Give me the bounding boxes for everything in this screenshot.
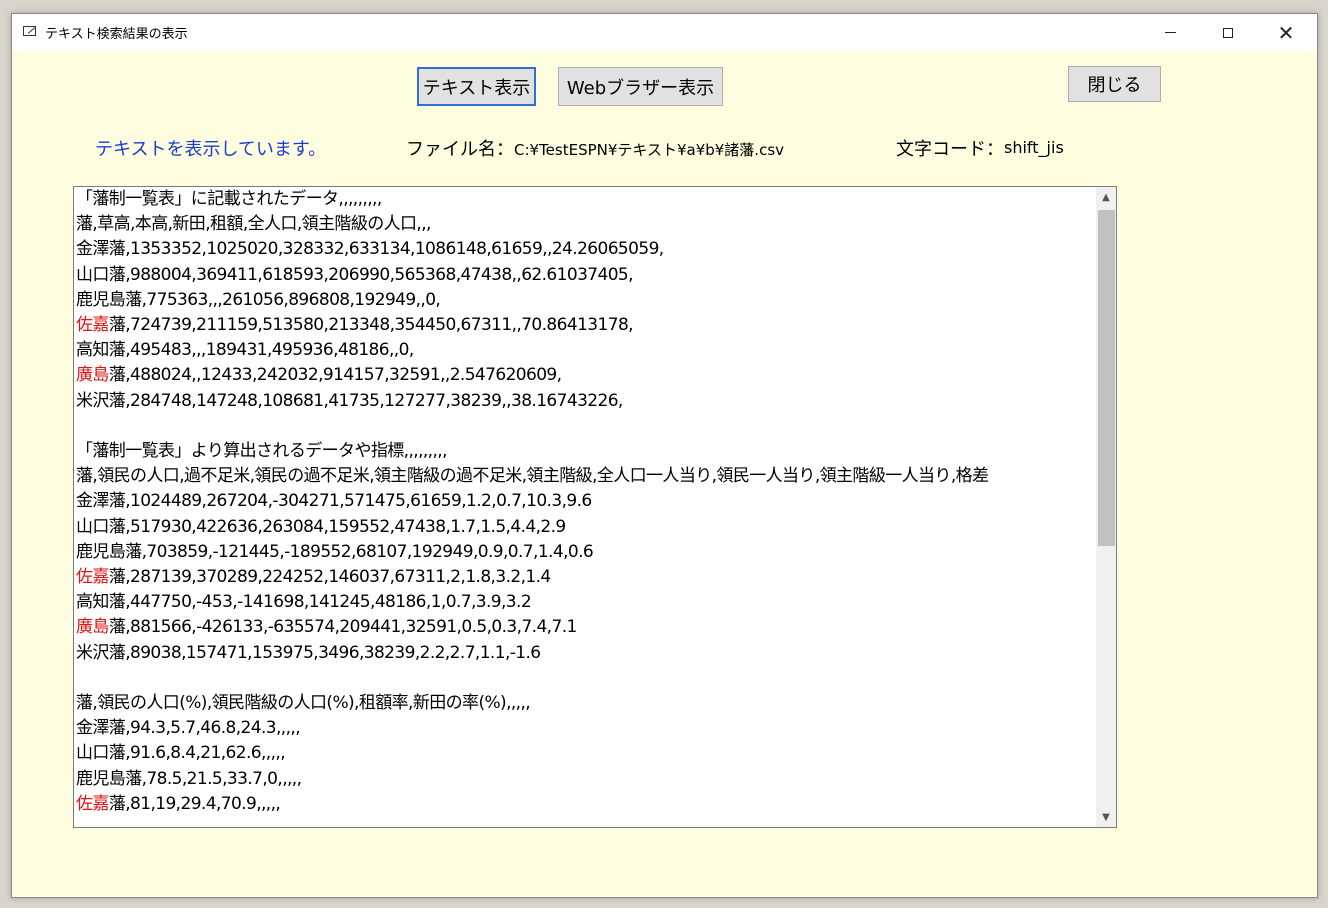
text-line: 廣島藩,881566,-426133,-635574,209441,32591,…: [76, 615, 1094, 640]
encoding-value: shift_jis: [1004, 138, 1064, 157]
line-text: 高知藩,495483,,,189431,495936,48186,,0,: [76, 340, 414, 361]
text-line: 鹿児島藩,775363,,,261056,896808,192949,,0,: [76, 288, 1094, 313]
text-line: 高知藩,495483,,,189431,495936,48186,,0,: [76, 338, 1094, 363]
file-name-label: ファイル名：: [406, 139, 514, 160]
text-line: 米沢藩,89038,157471,153975,3496,38239,2.2,2…: [76, 641, 1094, 666]
line-text: 「藩制一覧表」より算出されるデータや指標,,,,,,,,,: [76, 441, 448, 462]
close-button[interactable]: 閉じる: [1068, 66, 1161, 102]
text-line: 佐嘉藩,287139,370289,224252,146037,67311,2,…: [76, 565, 1094, 590]
text-line: 鹿児島藩,78.5,21.5,33.7,0,,,,,: [76, 767, 1094, 792]
line-text: 藩,881566,-426133,-635574,209441,32591,0.…: [108, 617, 578, 638]
line-text: 山口藩,517930,422636,263084,159552,47438,1.…: [76, 516, 566, 537]
text-line: 廣島藩,488024,,12433,242032,914157,32591,,2…: [76, 363, 1094, 388]
maximize-button[interactable]: [1199, 14, 1257, 51]
text-line: 金澤藩,1353352,1025020,328332,633134,108614…: [76, 237, 1094, 262]
file-name-info: ファイル名：C:¥TestESPN¥テキスト¥a¥b¥諸藩.csv: [406, 135, 784, 161]
text-line: 山口藩,988004,369411,618593,206990,565368,4…: [76, 263, 1094, 288]
text-line: 佐嘉藩,81,19,29.4,70.9,,,,,: [76, 792, 1094, 817]
text-line: 「藩制一覧表」より算出されるデータや指標,,,,,,,,,: [76, 439, 1094, 464]
line-text: 藩,草高,本高,新田,租額,全人口,領主階級の人口,,,: [76, 214, 431, 235]
text-line: 金澤藩,94.3,5.7,46.8,24.3,,,,,: [76, 716, 1094, 741]
text-line: [76, 666, 1094, 691]
encoding-label: 文字コード：: [896, 139, 1004, 160]
line-text: 藩,領民の人口,過不足米,領民の過不足米,領主階級の過不足米,領主階級,全人口一…: [76, 466, 989, 487]
line-text: 米沢藩,89038,157471,153975,3496,38239,2.2,2…: [76, 642, 541, 663]
text-lines: 「藩制一覧表」に記載されたデータ,,,,,,,,, 藩,草高,本高,新田,租額,全…: [76, 187, 1094, 817]
line-text: 藩,724739,211159,513580,213348,354450,673…: [108, 315, 634, 336]
text-search-result-window: テキスト検索結果の表示 ✕ テキスト表示 Webブラザー表示 閉じる テキストを…: [11, 13, 1318, 898]
text-line: 山口藩,517930,422636,263084,159552,47438,1.…: [76, 515, 1094, 540]
line-text: 藩,488024,,12433,242032,914157,32591,,2.5…: [108, 365, 562, 386]
line-text: 米沢藩,284748,147248,108681,41735,127277,38…: [76, 390, 623, 411]
minimize-icon: [1164, 32, 1176, 33]
text-line: [76, 414, 1094, 439]
text-content-area[interactable]: 「藩制一覧表」に記載されたデータ,,,,,,,,, 藩,草高,本高,新田,租額,全…: [73, 186, 1117, 828]
highlighted-match: 廣島: [76, 365, 109, 386]
scroll-up-arrow-icon[interactable]: ▲: [1096, 187, 1116, 207]
maximize-icon: [1223, 27, 1233, 38]
text-line: 藩,草高,本高,新田,租額,全人口,領主階級の人口,,,: [76, 212, 1094, 237]
scrollbar-thumb[interactable]: [1098, 210, 1115, 546]
line-text: 金澤藩,1353352,1025020,328332,633134,108614…: [76, 239, 664, 260]
text-view-button[interactable]: テキスト表示: [417, 67, 536, 106]
text-line: 「藩制一覧表」に記載されたデータ,,,,,,,,,: [76, 187, 1094, 212]
highlighted-match: 佐嘉: [76, 315, 109, 336]
highlighted-match: 廣島: [76, 617, 109, 638]
line-text: 「藩制一覧表」に記載されたデータ,,,,,,,,,: [76, 189, 382, 209]
line-text: 鹿児島藩,703859,-121445,-189552,68107,192949…: [76, 541, 594, 562]
line-text: 藩,287139,370289,224252,146037,67311,2,1.…: [108, 567, 551, 588]
line-text: 鹿児島藩,78.5,21.5,33.7,0,,,,,: [76, 768, 302, 789]
app-icon: [23, 26, 36, 36]
close-window-button[interactable]: ✕: [1257, 14, 1315, 51]
line-text: 高知藩,447750,-453,-141698,141245,48186,1,0…: [76, 592, 532, 613]
text-line: 藩,領民の人口(%),領民階級の人口(%),租額率,新田の率(%),,,,,: [76, 691, 1094, 716]
text-line: 鹿児島藩,703859,-121445,-189552,68107,192949…: [76, 540, 1094, 565]
line-text: 金澤藩,94.3,5.7,46.8,24.3,,,,,: [76, 718, 301, 739]
text-line: 藩,領民の人口,過不足米,領民の過不足米,領主階級の過不足米,領主階級,全人口一…: [76, 464, 1094, 489]
text-line: 佐嘉藩,724739,211159,513580,213348,354450,6…: [76, 313, 1094, 338]
text-line: 金澤藩,1024489,267204,-304271,571475,61659,…: [76, 489, 1094, 514]
highlighted-match: 佐嘉: [76, 567, 109, 588]
file-path-value: C:¥TestESPN¥テキスト¥a¥b¥諸藩.csv: [514, 141, 785, 159]
scroll-down-arrow-icon[interactable]: ▼: [1096, 807, 1116, 827]
minimize-button[interactable]: [1141, 14, 1199, 51]
status-message: テキストを表示しています。: [95, 139, 327, 160]
line-text: 藩,81,19,29.4,70.9,,,,,: [108, 793, 281, 814]
close-icon: ✕: [1277, 20, 1295, 45]
line-text: 藩,領民の人口(%),領民階級の人口(%),租額率,新田の率(%),,,,,: [76, 693, 531, 714]
text-line: 米沢藩,284748,147248,108681,41735,127277,38…: [76, 389, 1094, 414]
vertical-scrollbar[interactable]: ▲ ▼: [1096, 187, 1116, 827]
title-bar[interactable]: テキスト検索結果の表示 ✕: [12, 14, 1317, 51]
line-text: 鹿児島藩,775363,,,261056,896808,192949,,0,: [76, 289, 441, 310]
highlighted-match: 佐嘉: [76, 793, 109, 814]
web-browser-view-button[interactable]: Webブラザー表示: [558, 67, 723, 106]
text-line: 山口藩,91.6,8.4,21,62.6,,,,,: [76, 741, 1094, 766]
line-text: 金澤藩,1024489,267204,-304271,571475,61659,…: [76, 491, 592, 512]
line-text: 山口藩,91.6,8.4,21,62.6,,,,,: [76, 743, 286, 764]
text-line: 高知藩,447750,-453,-141698,141245,48186,1,0…: [76, 590, 1094, 615]
window-title: テキスト検索結果の表示: [45, 27, 188, 42]
line-text: 山口藩,988004,369411,618593,206990,565368,4…: [76, 264, 634, 285]
